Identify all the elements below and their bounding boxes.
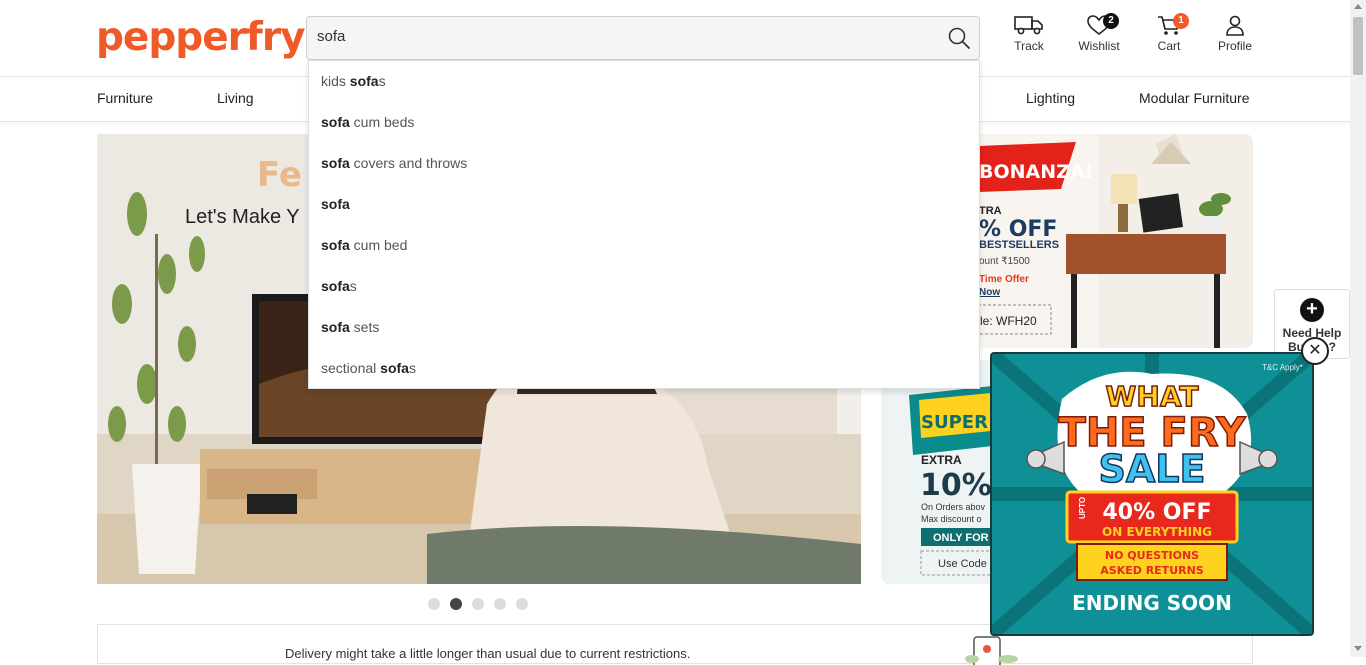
popup-tc: T&C Apply* bbox=[1262, 363, 1303, 372]
cart-count-badge: 1 bbox=[1173, 13, 1189, 29]
suggestion-item[interactable]: sofas bbox=[321, 278, 357, 294]
suggestion-item[interactable]: sofa cum bed bbox=[321, 237, 407, 253]
user-icon bbox=[1226, 15, 1244, 36]
track-label: Track bbox=[1014, 39, 1044, 53]
popup-no-questions: NO QUESTIONS bbox=[1105, 549, 1199, 562]
svg-text:Time Offer: Time Offer bbox=[979, 274, 1029, 285]
svg-text:Use Code: Use Code bbox=[938, 558, 987, 570]
nav-item-furniture[interactable]: Furniture bbox=[97, 90, 153, 106]
carousel-dot[interactable] bbox=[516, 598, 528, 610]
svg-text:SUPER S: SUPER S bbox=[921, 412, 1001, 433]
cart-button[interactable]: Cart 1 bbox=[1154, 13, 1189, 53]
sale-popup[interactable]: T&C Apply* WHAT THE FRY SALE UPTO 40% OF… bbox=[990, 352, 1314, 636]
svg-text:Now: Now bbox=[979, 287, 1000, 298]
popup-title-sale: SALE bbox=[1099, 447, 1206, 491]
pepperfry-logo[interactable]: pepperfry bbox=[96, 16, 306, 60]
popup-title-what: WHAT bbox=[1106, 380, 1199, 413]
nav-item-living[interactable]: Living bbox=[217, 90, 254, 106]
popup-offer: 40% OFF bbox=[1102, 500, 1211, 525]
suggestion-item[interactable]: sofa covers and throws bbox=[321, 155, 467, 171]
svg-text:Max discount o: Max discount o bbox=[921, 514, 982, 524]
search-bar[interactable] bbox=[306, 16, 980, 60]
page-scrollbar[interactable] bbox=[1350, 0, 1366, 657]
popup-upto: UPTO bbox=[1078, 497, 1087, 519]
scrollbar-thumb[interactable] bbox=[1353, 17, 1363, 75]
cart-label: Cart bbox=[1157, 39, 1181, 53]
search-suggestions-dropdown: kids sofas sofa cum beds sofa covers and… bbox=[308, 60, 980, 389]
nav-item-modular-furniture[interactable]: Modular Furniture bbox=[1139, 90, 1250, 106]
svg-text:le: WFH20: le: WFH20 bbox=[980, 314, 1037, 328]
nav-item-lighting[interactable]: Lighting bbox=[1026, 90, 1075, 106]
carousel-dot-active[interactable] bbox=[450, 598, 462, 610]
card1-ribbon: BONANZA! bbox=[979, 161, 1093, 183]
svg-text:BESTSELLERS: BESTSELLERS bbox=[979, 239, 1059, 251]
popup-close-button[interactable]: ✕ bbox=[1301, 337, 1329, 365]
suggestion-item[interactable]: sectional sofas bbox=[321, 360, 416, 376]
carousel-dot[interactable] bbox=[472, 598, 484, 610]
wishlist-count-badge: 2 bbox=[1103, 13, 1119, 29]
plus-icon: + bbox=[1300, 298, 1324, 322]
search-input[interactable] bbox=[317, 28, 917, 45]
profile-button[interactable]: Profile bbox=[1214, 14, 1256, 53]
promo-card-super-sale[interactable]: SUPER S EXTRA 10% On Orders abov Max dis… bbox=[881, 360, 1001, 584]
carousel-dots bbox=[428, 597, 538, 615]
suggestion-item[interactable]: kids sofas bbox=[321, 73, 386, 89]
banner-heading: Fe bbox=[257, 155, 302, 195]
track-button[interactable]: Track bbox=[1008, 14, 1050, 53]
svg-text:On Orders abov: On Orders abov bbox=[921, 502, 986, 512]
phone-map-icon bbox=[965, 636, 1018, 665]
wishlist-label: Wishlist bbox=[1078, 39, 1120, 53]
search-icon[interactable] bbox=[947, 26, 971, 50]
truck-icon bbox=[1014, 16, 1043, 35]
svg-text:10%: 10% bbox=[920, 468, 992, 503]
popup-ending-soon: ENDING SOON bbox=[1072, 591, 1232, 615]
svg-text:EXTRA: EXTRA bbox=[921, 453, 962, 467]
scroll-down-arrow-icon[interactable] bbox=[1354, 646, 1362, 651]
profile-label: Profile bbox=[1217, 39, 1252, 53]
svg-text:ount ₹1500: ount ₹1500 bbox=[979, 256, 1030, 267]
svg-text:TRA: TRA bbox=[979, 205, 1002, 217]
popup-asked-returns: ASKED RETURNS bbox=[1100, 564, 1204, 577]
suggestion-item[interactable]: sofa cum beds bbox=[321, 114, 414, 130]
suggestion-item[interactable]: sofa bbox=[321, 196, 350, 212]
svg-text:ONLY FOR: ONLY FOR bbox=[933, 532, 989, 544]
scroll-up-arrow-icon[interactable] bbox=[1354, 4, 1362, 9]
carousel-dot[interactable] bbox=[494, 598, 506, 610]
wishlist-button[interactable]: Wishlist 2 bbox=[1074, 13, 1124, 53]
delivery-notice-text: Delivery might take a little longer than… bbox=[285, 646, 691, 661]
promo-card-super-sale-image: SUPER S EXTRA 10% On Orders abov Max dis… bbox=[881, 360, 1001, 584]
sale-popup-artwork: T&C Apply* WHAT THE FRY SALE UPTO 40% OF… bbox=[992, 354, 1312, 634]
popup-offer-sub: ON EVERYTHING bbox=[1102, 525, 1212, 539]
banner-subheading: Let's Make Y bbox=[185, 206, 300, 228]
carousel-dot[interactable] bbox=[428, 598, 440, 610]
suggestion-item[interactable]: sofa sets bbox=[321, 319, 379, 335]
